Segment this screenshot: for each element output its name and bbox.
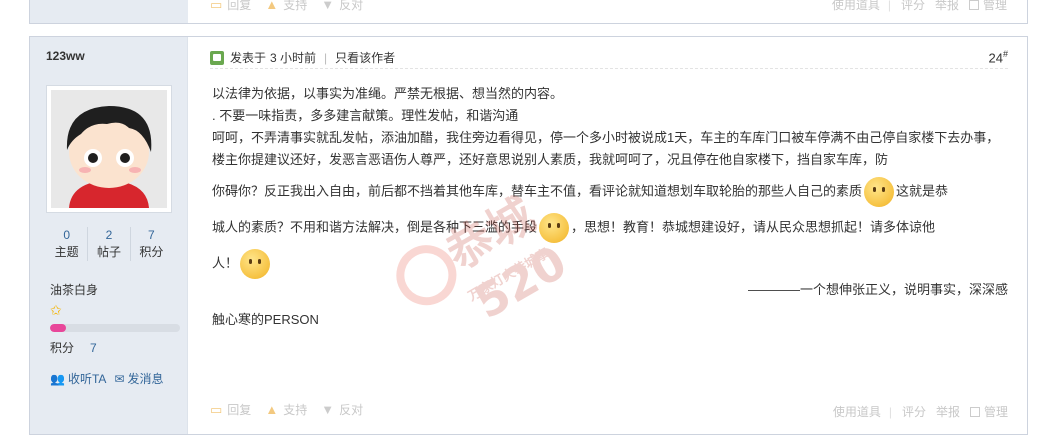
prev-manage-label: 管理 — [982, 0, 1007, 12]
online-icon — [210, 50, 224, 65]
reply-icon: ▭ — [210, 0, 223, 12]
user-rank[interactable]: 油茶白身 — [50, 281, 98, 298]
emoji-icon — [864, 177, 895, 207]
previous-post-actions: ▭ 回复 ▲ 支持 ▼ 反对 — [210, 0, 377, 13]
body-text-segment: ，思想！教育！恭城想建设好，请从民众思想抓起！请多体谅他 — [571, 219, 936, 235]
manage-label: 管理 — [983, 405, 1008, 419]
stat-posts-label: 帖子 — [96, 245, 121, 259]
oppose-button[interactable]: ▼ 反对 — [321, 401, 363, 418]
previous-post-sidebar — [30, 0, 188, 23]
prev-reply-label: 回复 — [227, 0, 252, 12]
emoji-icon — [240, 249, 271, 279]
message-label: 发消息 — [127, 372, 164, 386]
body-line: . 不要一味指责，多多建言献策。理性发帖，和谐沟通 — [212, 108, 519, 123]
mail-icon: ✉ — [114, 371, 125, 386]
post-tools: 使用道具 | 评分 举报 管理 — [823, 403, 1008, 420]
post-meta: 发表于 3 小时前 | 只看该作者 — [210, 47, 1008, 69]
prev-manage-checkbox[interactable] — [968, 0, 979, 10]
follow-button[interactable]: 👥 收听TA — [50, 370, 106, 387]
stat-points-count: 7 — [147, 228, 155, 242]
stat-points[interactable]: 7 积分 — [131, 227, 172, 261]
star-icon: ✩ — [50, 302, 62, 318]
points-value: 7 — [90, 341, 97, 355]
thumbs-up-icon: ▲ — [265, 0, 279, 12]
reply-label: 回复 — [227, 403, 252, 417]
use-item-link[interactable]: 使用道具 — [833, 403, 881, 420]
body-line: 人！ — [212, 249, 1008, 279]
thumbs-up-icon: ▲ — [265, 402, 279, 417]
prev-reply-button[interactable]: ▭ 回复 — [210, 0, 251, 13]
author-name[interactable]: 123ww — [46, 49, 85, 63]
forum-post: 123ww 0 主题 2 帖子 7 积分 油茶白身 ✩ 积分 7 👥 收听TA … — [29, 36, 1028, 435]
floor-mark: # — [1002, 49, 1008, 59]
author-stats: 0 主题 2 帖子 7 积分 — [46, 227, 172, 261]
body-line: 呵呵，不弄清事实就乱发帖，添油加醋，我住旁边看得见，停一个多小时被说成1天，车主… — [212, 130, 1000, 167]
emoji-icon — [539, 213, 570, 243]
manage-checkbox[interactable] — [969, 406, 980, 417]
thumbs-down-icon: ▼ — [321, 0, 335, 12]
divider: | — [324, 50, 328, 65]
post-body: 以法律为依据，以事实为准绳。严禁无根据、想当然的内容。 . 不要一味指责，多多建… — [212, 83, 1008, 331]
message-button[interactable]: ✉ 发消息 — [114, 370, 163, 387]
previous-post-tools: 使用道具 | 评分 举报 管理 — [822, 0, 1007, 13]
thumbs-down-icon: ▼ — [321, 402, 335, 417]
avatar-image — [51, 90, 167, 208]
prev-rate-link[interactable]: 评分 — [901, 0, 925, 13]
divider: | — [888, 404, 892, 419]
prev-use-item-link[interactable]: 使用道具 — [832, 0, 880, 13]
body-text-segment: 城人的素质？不用和谐方法解决，倒是各种下三滥的手段 — [212, 219, 538, 235]
report-link[interactable]: 举报 — [936, 403, 960, 420]
body-text-segment: 人！ — [212, 255, 239, 271]
post-content: 发表于 3 小时前 | 只看该作者 24# 以法律为依据，以事实为准绳。严禁无根… — [210, 37, 1008, 434]
stat-points-label: 积分 — [139, 245, 164, 259]
rate-link[interactable]: 评分 — [902, 403, 926, 420]
body-text-segment: 你碍你？反正我出入自由，前后都不挡着其他车库，替车主不值，看评论就知道想划车取轮… — [212, 183, 863, 199]
divider: | — [887, 0, 891, 12]
stat-posts[interactable]: 2 帖子 — [88, 227, 131, 261]
author-actions: 👥 收听TA ✉ 发消息 — [50, 370, 171, 387]
level-progress-fill — [50, 324, 66, 332]
signoff-line: ————一个想伸张正义，说明事实，深深感 — [747, 282, 1008, 297]
floor-number[interactable]: 24# — [989, 49, 1008, 65]
body-line: 你碍你？反正我出入自由，前后都不挡着其他车库，替车主不值，看评论就知道想划车取轮… — [212, 177, 1008, 207]
prev-oppose-button[interactable]: ▼ 反对 — [321, 0, 363, 13]
avatar-cartoon-icon — [51, 90, 167, 208]
stat-topics[interactable]: 0 主题 — [46, 227, 89, 261]
avatar[interactable] — [46, 85, 172, 213]
points-label: 积分 — [50, 341, 75, 355]
stat-topics-label: 主题 — [54, 245, 79, 259]
author-sidebar: 123ww 0 主题 2 帖子 7 积分 油茶白身 ✩ 积分 7 👥 收听TA … — [30, 37, 188, 434]
posted-time: 3 小时前 — [270, 51, 317, 65]
reply-icon: ▭ — [210, 401, 223, 417]
body-line: 以法律为依据，以事实为准绳。严禁无根据、想当然的内容。 — [212, 86, 564, 101]
reply-button[interactable]: ▭ 回复 — [210, 401, 251, 418]
prev-support-button[interactable]: ▲ 支持 — [265, 0, 307, 13]
floor-value: 24 — [988, 50, 1003, 66]
stat-topics-count: 0 — [63, 228, 70, 242]
prev-oppose-label: 反对 — [339, 0, 364, 12]
post-actions: ▭ 回复 ▲ 支持 ▼ 反对 — [210, 401, 377, 418]
points-row: 积分 7 — [50, 339, 97, 356]
stat-posts-count: 2 — [105, 228, 113, 242]
only-author-link[interactable]: 只看该作者 — [335, 49, 395, 66]
body-line: 城人的素质？不用和谐方法解决，倒是各种下三滥的手段 ，思想！教育！恭城想建设好，请… — [212, 213, 1008, 243]
posted-prefix: 发表于 — [230, 51, 267, 65]
previous-post-footer: ▭ 回复 ▲ 支持 ▼ 反对 使用道具 | 评分 举报 管理 — [29, 0, 1028, 24]
follow-icon: 👥 — [50, 371, 65, 386]
prev-report-link[interactable]: 举报 — [935, 0, 959, 13]
level-progress-bar — [50, 324, 180, 332]
body-line: 触心寒的PERSON — [212, 312, 319, 327]
body-text-segment: 这就是恭 — [896, 183, 949, 199]
prev-support-label: 支持 — [283, 0, 308, 12]
follow-label: 收听TA — [67, 372, 107, 386]
oppose-label: 反对 — [339, 403, 364, 417]
support-button[interactable]: ▲ 支持 — [265, 401, 307, 418]
support-label: 支持 — [283, 403, 308, 417]
